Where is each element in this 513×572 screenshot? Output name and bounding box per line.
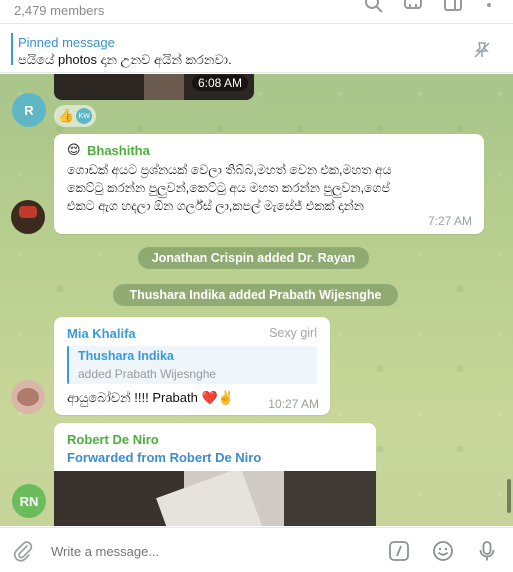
emoji-icon[interactable] xyxy=(432,540,454,562)
message-line: ගොඩක් අයට ප්‍රශ්නයක් වෙලා තිබ්බ,මහත් වෙන… xyxy=(67,163,392,177)
search-icon[interactable] xyxy=(364,0,384,14)
avatar[interactable]: RN xyxy=(12,484,46,518)
message-time: 7:27 AM xyxy=(427,214,472,228)
microphone-icon[interactable] xyxy=(476,540,498,562)
message-text: ආයුබෝවන් !!!! Prabath ❤️✌️ xyxy=(67,390,234,405)
pinned-text: පයියේ photos දාන උනව අයින් කරනවා. xyxy=(18,52,232,67)
message-bubble[interactable]: Robert De Niro Forwarded from Robert De … xyxy=(54,423,376,526)
sender-name[interactable]: Bhashitha xyxy=(87,143,150,158)
message-line: එකට ඇග හදලා ඕන ගර්ල්ස් ලා,කපල් මැසේජ් එක… xyxy=(67,199,364,213)
photo-content xyxy=(144,74,184,100)
message-composer xyxy=(0,527,513,572)
reply-sender: Thushara Indika xyxy=(78,349,174,363)
service-message: Jonathan Crispin added Dr. Rayan xyxy=(138,247,369,269)
message-bubble[interactable]: 😌 Bhashitha ගොඩක් අයට ප්‍රශ්නයක් වෙලා ති… xyxy=(54,134,484,234)
sender-name[interactable]: Mia Khalifa xyxy=(67,326,136,341)
reply-quote[interactable]: Thushara Indika added Prabath Wijesnghe xyxy=(67,346,317,384)
chat-history[interactable]: 6:08 AM R 👍 KW 😌 Bhashitha ගොඩක් අයට ප්‍… xyxy=(0,74,513,526)
pinned-message[interactable]: Pinned message පයියේ photos දාන උනව අයින… xyxy=(0,25,513,73)
avatar[interactable] xyxy=(11,200,45,234)
photo-time: 6:08 AM xyxy=(191,75,248,91)
message-input[interactable] xyxy=(51,542,351,560)
more-icon[interactable] xyxy=(479,0,499,14)
message-line: කෙට්ටු කරන්න පුලුවන්,කෙට්ටු අය මහත කරන්න… xyxy=(67,181,390,195)
avatar-photo xyxy=(17,388,39,406)
chat-header: 2,479 members xyxy=(0,0,513,24)
photo-content xyxy=(284,471,376,526)
avatar[interactable]: R xyxy=(12,93,46,127)
forwarded-photo[interactable] xyxy=(54,471,376,526)
scrollbar[interactable] xyxy=(507,479,511,513)
sidebar-icon[interactable] xyxy=(443,0,463,14)
avatar[interactable] xyxy=(11,380,45,414)
pinned-title: Pinned message xyxy=(18,35,115,50)
photo-message[interactable]: 6:08 AM xyxy=(54,74,254,100)
reaction[interactable]: 👍 KW xyxy=(54,105,96,127)
forwarded-from[interactable]: Forwarded from Robert De Niro xyxy=(67,450,261,465)
message-bubble[interactable]: Mia Khalifa Sexy girl Thushara Indika ad… xyxy=(54,317,330,415)
attach-icon[interactable] xyxy=(12,540,34,562)
thumbs-up-icon: 👍 xyxy=(58,108,75,123)
sender-rank: Sexy girl xyxy=(269,326,317,340)
commands-icon[interactable] xyxy=(388,540,410,562)
unpin-icon[interactable] xyxy=(473,41,491,59)
pinned-accent-bar xyxy=(11,33,13,65)
members-count: 2,479 members xyxy=(14,3,105,18)
reaction-user-badge: KW xyxy=(76,108,93,124)
reply-text: added Prabath Wijesnghe xyxy=(78,367,217,381)
avatar-photo xyxy=(19,206,37,218)
sender-name[interactable]: Robert De Niro xyxy=(67,432,159,447)
message-text: ගොඩක් අයට ප්‍රශ්නයක් වෙලා තිබ්බ,මහත් වෙන… xyxy=(67,161,392,215)
voice-chat-icon[interactable] xyxy=(403,0,423,14)
message-time: 10:27 AM xyxy=(268,397,319,411)
service-message: Thushara Indika added Prabath Wijesnghe xyxy=(113,284,398,306)
sender-emoji: 😌 xyxy=(67,142,81,157)
